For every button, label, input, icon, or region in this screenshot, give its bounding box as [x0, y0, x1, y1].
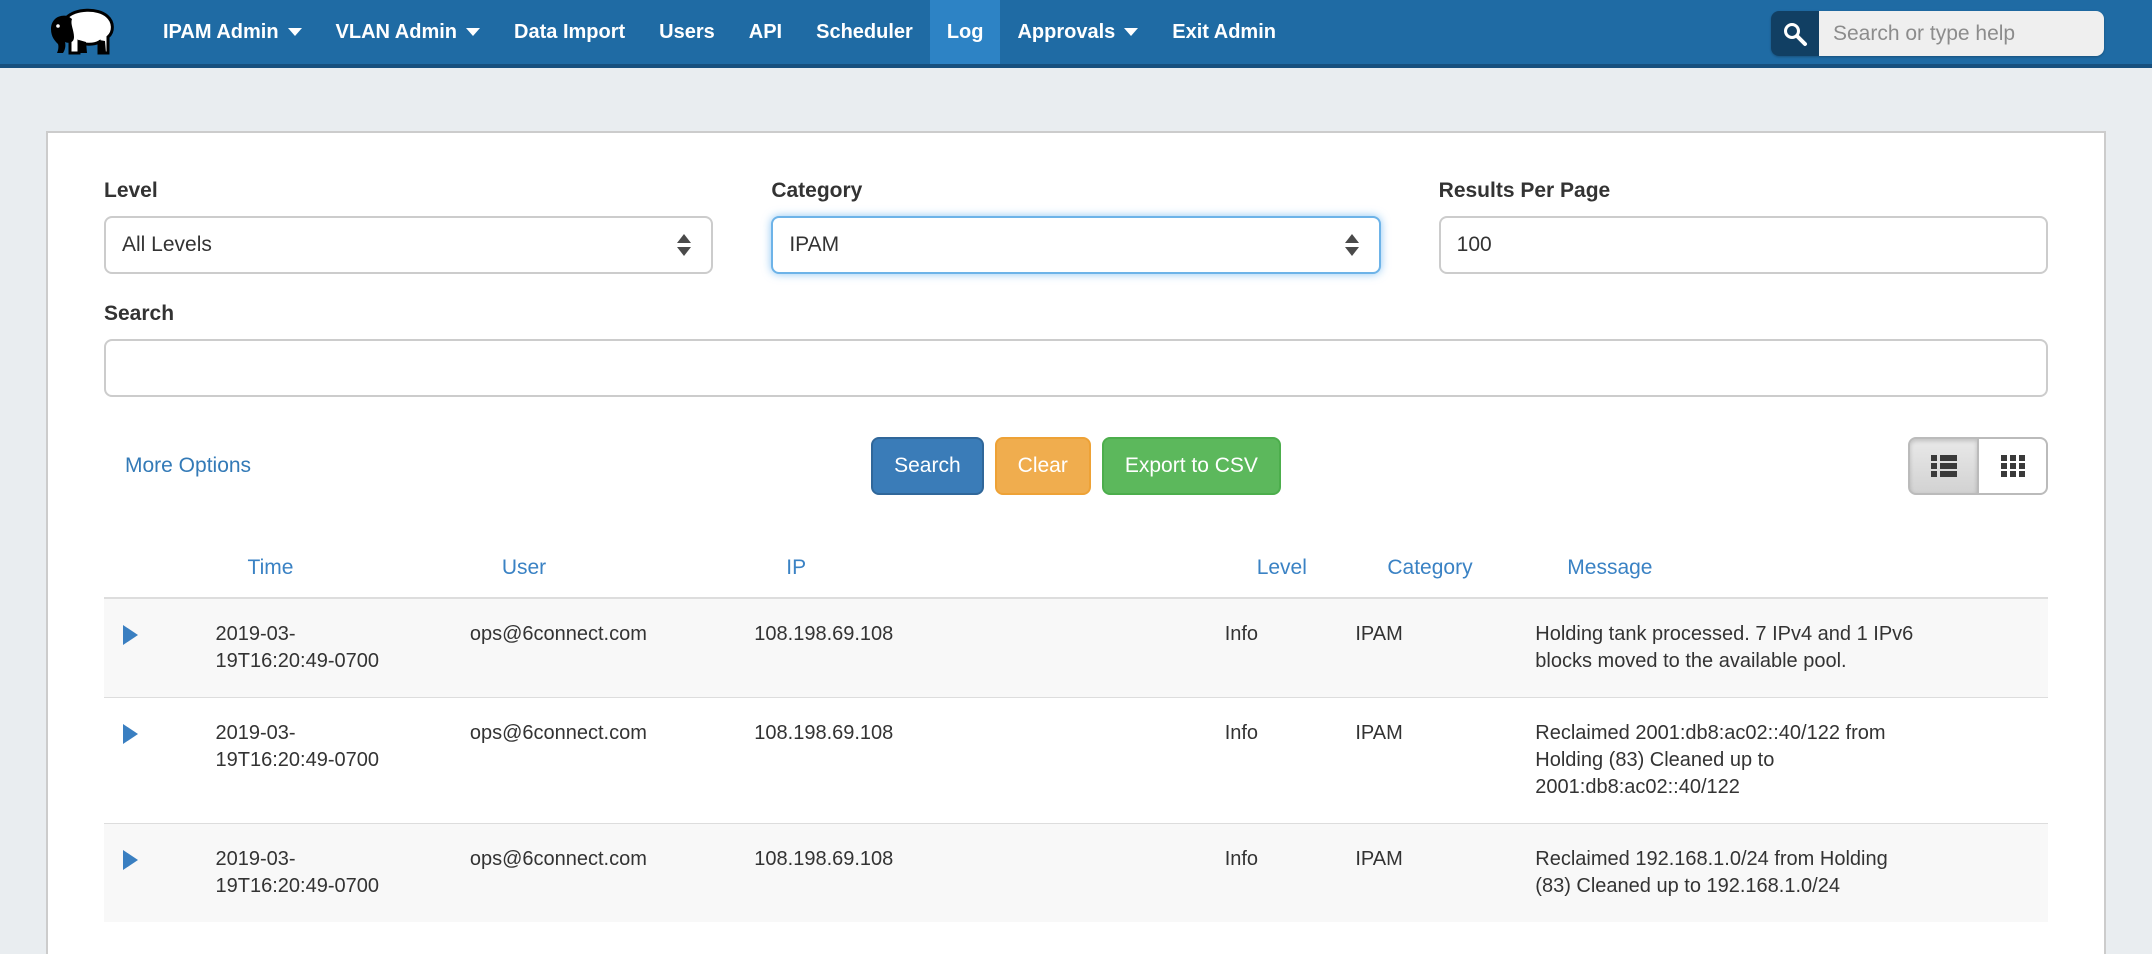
log-category: IPAM [1355, 720, 1519, 747]
search-label: Search [104, 302, 2048, 326]
nav-item-vlan-admin[interactable]: VLAN Admin [319, 0, 497, 64]
view-toggle-group [1908, 437, 2048, 495]
grid-view-button[interactable] [1978, 437, 2048, 495]
column-header-time[interactable]: Time [208, 539, 462, 598]
log-user: ops@6connect.com [470, 846, 738, 873]
category-select[interactable]: IPAM [771, 216, 1380, 274]
brand-logo[interactable] [0, 0, 146, 64]
list-view-button[interactable] [1908, 437, 1978, 495]
log-time: 2019-03-19T16:20:49-0700 [216, 846, 386, 900]
search-field: Search [104, 302, 2048, 397]
nav-item-approvals[interactable]: Approvals [1000, 0, 1155, 64]
top-navbar: IPAM Admin VLAN Admin Data Import Users API S… [0, 0, 2152, 68]
nav-item-users[interactable]: Users [642, 0, 732, 64]
column-header-user[interactable]: User [462, 539, 746, 598]
nav-search-group [1771, 11, 2104, 56]
chevron-down-icon [1124, 28, 1138, 36]
results-per-page-label: Results Per Page [1439, 179, 2048, 203]
more-options-link[interactable]: More Options [125, 454, 251, 478]
level-select-value: All Levels [122, 233, 212, 257]
level-label: Level [104, 179, 713, 203]
log-ip: 108.198.69.108 [754, 621, 1208, 648]
magnifier-icon [1782, 21, 1808, 47]
nav-item-label: Log [947, 21, 984, 44]
nav-item-api[interactable]: API [732, 0, 799, 64]
log-table: TimeUserIPLevelCategoryMessage 2019-03-1… [104, 539, 2048, 922]
log-level: Info [1225, 720, 1340, 747]
expand-row-icon[interactable] [123, 724, 138, 744]
select-stepper-icon [677, 234, 691, 256]
expand-row-icon[interactable] [123, 850, 138, 870]
nav-item-log[interactable]: Log [930, 0, 1001, 64]
category-label: Category [771, 179, 1380, 203]
log-panel: Level All Levels Category IPAM Results P… [46, 131, 2106, 954]
clear-button[interactable]: Clear [995, 437, 1091, 495]
nav-item-ipam-admin[interactable]: IPAM Admin [146, 0, 319, 64]
nav-item-label: Approvals [1017, 21, 1115, 44]
nav-item-data-import[interactable]: Data Import [497, 0, 642, 64]
list-view-icon [1930, 452, 1958, 480]
log-message: Reclaimed 2001:db8:ac02::40/122 from Hol… [1535, 720, 1925, 801]
column-header-ip[interactable]: IP [746, 539, 1216, 598]
search-button[interactable]: Search [871, 437, 984, 495]
log-category: IPAM [1355, 846, 1519, 873]
export-csv-button[interactable]: Export to CSV [1102, 437, 1281, 495]
log-message: Holding tank processed. 7 IPv4 and 1 IPv… [1535, 621, 1925, 675]
action-buttons: Search Clear Export to CSV [871, 437, 1281, 495]
level-select[interactable]: All Levels [104, 216, 713, 274]
nav-menu: IPAM Admin VLAN Admin Data Import Users API S… [146, 0, 1293, 64]
table-row: 2019-03-19T16:20:49-0700 ops@6connect.com… [104, 824, 2048, 923]
column-header-message[interactable]: Message [1527, 539, 2048, 598]
log-level: Info [1225, 846, 1340, 873]
select-stepper-icon [1345, 234, 1359, 256]
chevron-down-icon [288, 28, 302, 36]
chevron-down-icon [466, 28, 480, 36]
results-per-page-field: Results Per Page [1439, 179, 2048, 274]
search-icon[interactable] [1771, 11, 1819, 56]
log-message: Reclaimed 192.168.1.0/24 from Holding (8… [1535, 846, 1925, 900]
table-row: 2019-03-19T16:20:49-0700 ops@6connect.com… [104, 598, 2048, 698]
nav-item-label: IPAM Admin [163, 21, 279, 44]
mammoth-logo-icon [46, 4, 120, 60]
log-table-header-row: TimeUserIPLevelCategoryMessage [104, 539, 2048, 598]
log-user: ops@6connect.com [470, 720, 738, 747]
actions-row: More Options Search Clear Export to CSV [104, 437, 2048, 495]
expand-row-icon[interactable] [123, 625, 138, 645]
nav-item-label: Users [659, 21, 715, 44]
log-ip: 108.198.69.108 [754, 720, 1208, 747]
expand-column-header [104, 539, 208, 598]
log-time: 2019-03-19T16:20:49-0700 [216, 621, 386, 675]
log-category: IPAM [1355, 621, 1519, 648]
column-header-level[interactable]: Level [1217, 539, 1348, 598]
log-table-body: 2019-03-19T16:20:49-0700 ops@6connect.com… [104, 598, 2048, 922]
column-header-category[interactable]: Category [1347, 539, 1527, 598]
nav-item-label: Scheduler [816, 21, 913, 44]
table-row: 2019-03-19T16:20:49-0700 ops@6connect.com… [104, 698, 2048, 824]
log-search-input[interactable] [104, 339, 2048, 397]
category-select-value: IPAM [789, 233, 839, 257]
log-ip: 108.198.69.108 [754, 846, 1208, 873]
log-level: Info [1225, 621, 1340, 648]
nav-item-label: Data Import [514, 21, 625, 44]
results-per-page-input[interactable] [1439, 216, 2048, 274]
nav-item-label: VLAN Admin [336, 21, 457, 44]
nav-item-label: Exit Admin [1172, 21, 1276, 44]
category-field: Category IPAM [771, 179, 1380, 274]
level-field: Level All Levels [104, 179, 713, 274]
nav-item-scheduler[interactable]: Scheduler [799, 0, 930, 64]
log-time: 2019-03-19T16:20:49-0700 [216, 720, 386, 774]
nav-item-exit-admin[interactable]: Exit Admin [1155, 0, 1293, 64]
nav-item-label: API [749, 21, 782, 44]
global-search-input[interactable] [1819, 11, 2104, 56]
filter-row: Level All Levels Category IPAM Results P… [104, 179, 2048, 274]
grid-view-icon [1999, 452, 2027, 480]
log-user: ops@6connect.com [470, 621, 738, 648]
